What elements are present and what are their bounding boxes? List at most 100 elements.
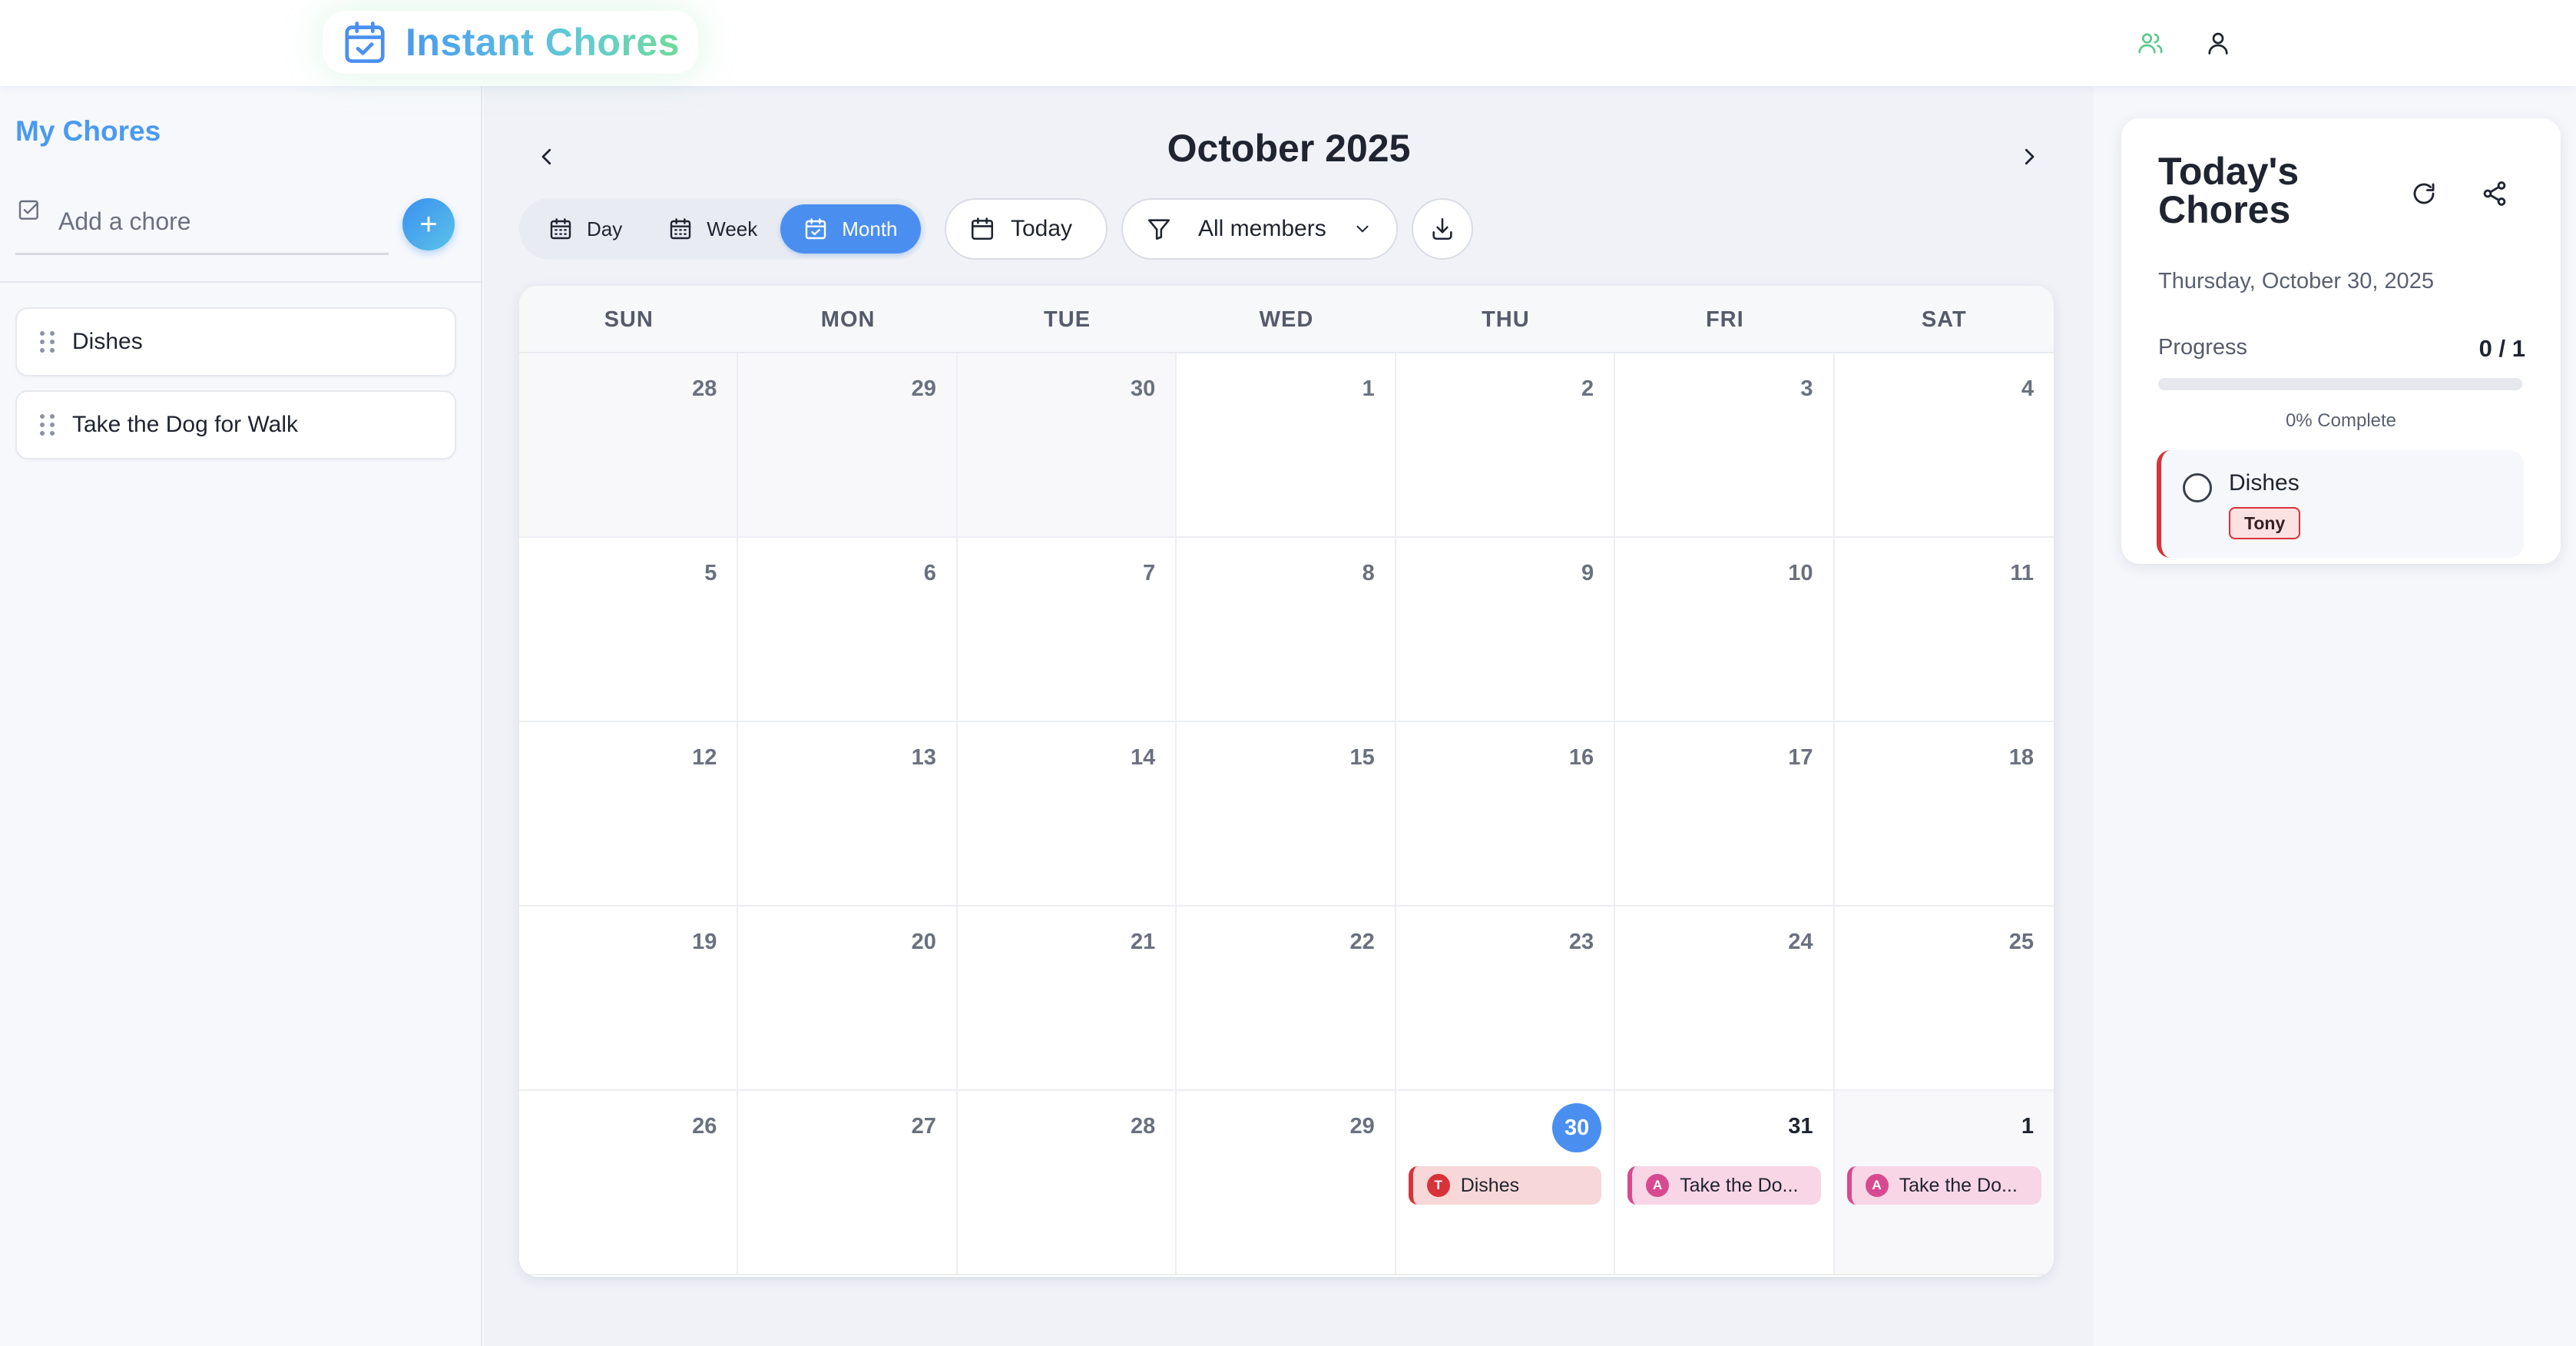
day-number: 4	[2021, 376, 2034, 401]
day-number: 8	[1362, 561, 1375, 585]
calendar-main: October 2025 Day Week Month Today All me…	[484, 86, 2094, 1346]
day-cell[interactable]: 30	[957, 353, 1177, 538]
calendar-check-icon	[341, 18, 389, 66]
view-week-button[interactable]: Week	[645, 204, 780, 254]
day-cell[interactable]: 2	[1396, 353, 1616, 538]
export-button[interactable]	[1412, 198, 1473, 260]
today-date-number: 30	[1552, 1103, 1602, 1152]
app-title: Instant Chores	[406, 21, 680, 64]
day-number: 24	[1788, 930, 1813, 954]
day-number: 9	[1581, 561, 1594, 585]
day-cell[interactable]: 3	[1615, 353, 1835, 538]
day-cell[interactable]: 17	[1615, 722, 1835, 907]
day-cell[interactable]: 20	[738, 907, 958, 1091]
day-cell[interactable]: 31 A Take the Do...	[1615, 1091, 1835, 1275]
day-cell[interactable]: 28	[519, 353, 739, 538]
chevron-right-icon	[2025, 148, 2035, 165]
day-cell[interactable]: 12	[519, 722, 739, 907]
add-chore-input[interactable]	[15, 191, 389, 255]
day-cell[interactable]: 1	[1177, 353, 1396, 538]
weekday-label: TUE	[1044, 307, 1091, 332]
view-month-button[interactable]: Month	[780, 204, 921, 254]
day-number: 28	[692, 376, 717, 401]
chore-item-dog-walk[interactable]: Take the Dog for Walk	[15, 390, 456, 459]
weekday-label: WED	[1259, 307, 1314, 332]
task-name: Dishes	[2229, 470, 2300, 496]
day-cell[interactable]: 15	[1177, 722, 1396, 907]
day-number: 16	[1568, 745, 1594, 770]
user-icon[interactable]	[2197, 22, 2240, 65]
day-number: 23	[1568, 930, 1594, 954]
task-complete-checkbox[interactable]	[2183, 473, 2212, 502]
day-cell[interactable]: 29	[1177, 1091, 1396, 1275]
view-day-button[interactable]: Day	[525, 204, 645, 254]
today-task-item: Dishes Tony	[2157, 450, 2524, 558]
day-cell[interactable]: 4	[1834, 353, 2054, 538]
member-filter-select[interactable]: All members	[1121, 198, 1398, 260]
day-number: 18	[2008, 745, 2034, 770]
event-label: Dishes	[1460, 1174, 1520, 1196]
day-number: 21	[1131, 930, 1156, 954]
day-number: 31	[1788, 1114, 1813, 1139]
calendar-event[interactable]: T Dishes	[1408, 1166, 1602, 1205]
calendar-event[interactable]: A Take the Do...	[1846, 1166, 2041, 1205]
day-cell[interactable]: 1 A Take the Do...	[1834, 1091, 2054, 1275]
day-number: 15	[1349, 745, 1375, 770]
sidebar: My Chores + Dishes Take the Dog for Walk	[0, 86, 482, 1346]
right-panel: Today's Chores Thursday, October 30, 202…	[2094, 86, 2576, 1346]
day-cell[interactable]: 25	[1834, 907, 2054, 1091]
drag-handle-icon[interactable]	[40, 331, 55, 353]
day-cell[interactable]: 13	[738, 722, 958, 907]
calendar-days: 28 29 30 1 2 3 4 5 6 7 8 9 10 11 12 13 14 15 16 17 18 19 20 21 2…	[519, 353, 2054, 1275]
day-cell[interactable]: 8	[1177, 538, 1396, 722]
month-title: October 2025	[1167, 127, 1411, 170]
event-label: Take the Do...	[1680, 1174, 1799, 1196]
refresh-icon	[2413, 183, 2435, 204]
todays-date: Thursday, October 30, 2025	[2158, 269, 2434, 293]
day-number: 25	[2008, 930, 2034, 954]
day-number: 5	[704, 561, 717, 585]
month-grid: SUN MON TUE WED THU FRI SAT 28 29 30 1 2 3 4 5 6 7 8 9 10 1…	[519, 286, 2054, 1277]
share-button[interactable]	[2473, 172, 2516, 215]
day-cell[interactable]: 10	[1615, 538, 1835, 722]
day-number: 17	[1788, 745, 1813, 770]
day-cell[interactable]: 23	[1396, 907, 1616, 1091]
member-avatar: T	[1426, 1174, 1450, 1197]
day-cell[interactable]: 14	[957, 722, 1177, 907]
day-cell[interactable]: 5	[519, 538, 739, 722]
calendar-icon	[971, 217, 994, 240]
day-cell[interactable]: 21	[957, 907, 1177, 1091]
drag-handle-icon[interactable]	[40, 414, 55, 436]
member-avatar: A	[1865, 1174, 1889, 1197]
next-month-button[interactable]	[2006, 134, 2052, 180]
refresh-button[interactable]	[2402, 172, 2445, 215]
weekday-header: SUN MON TUE WED THU FRI SAT	[519, 286, 2054, 353]
day-cell[interactable]: 6	[738, 538, 958, 722]
chore-item-dishes[interactable]: Dishes	[15, 307, 456, 376]
day-cell[interactable]: 28	[957, 1091, 1177, 1275]
todays-chores-title: Today's Chores	[2158, 150, 2300, 231]
day-cell[interactable]: 22	[1177, 907, 1396, 1091]
calendar-event[interactable]: A Take the Do...	[1627, 1166, 1821, 1205]
calendar-icon	[670, 218, 691, 240]
day-cell[interactable]: 24	[1615, 907, 1835, 1091]
day-cell[interactable]: 9	[1396, 538, 1616, 722]
view-month-label: Month	[842, 217, 898, 240]
day-cell[interactable]: 11	[1834, 538, 2054, 722]
day-cell[interactable]: 26	[519, 1091, 739, 1275]
member-filter-value: All members	[1198, 216, 1326, 241]
day-cell[interactable]: 16	[1396, 722, 1616, 907]
add-chore-button[interactable]: +	[402, 198, 455, 250]
day-cell[interactable]: 18	[1834, 722, 2054, 907]
day-number: 29	[1349, 1114, 1375, 1139]
progress-percent: 0% Complete	[2285, 410, 2397, 431]
day-cell[interactable]: 29	[738, 353, 958, 538]
brand[interactable]: Instant Chores	[323, 11, 698, 74]
users-icon[interactable]	[2129, 22, 2172, 65]
day-number: 29	[911, 376, 936, 401]
day-cell[interactable]: 30 T Dishes	[1396, 1091, 1616, 1275]
day-cell[interactable]: 19	[519, 907, 739, 1091]
today-button[interactable]: Today	[945, 198, 1108, 260]
day-cell[interactable]: 7	[957, 538, 1177, 722]
day-cell[interactable]: 27	[738, 1091, 958, 1275]
